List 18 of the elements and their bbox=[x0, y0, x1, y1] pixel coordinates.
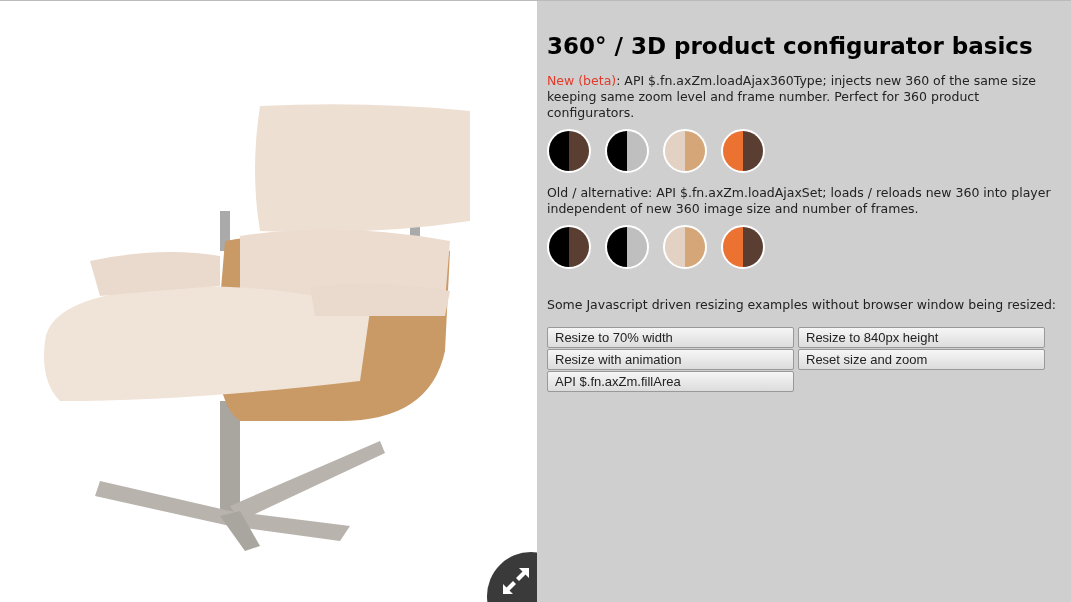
color-swatch[interactable] bbox=[547, 224, 591, 269]
color-swatch[interactable] bbox=[721, 128, 765, 173]
description-text: Old / alternative: API $.fn.axZm.loadAjaxSet; loads / reloads new 360 into player independent of new 360 image size and number of frames. bbox=[547, 184, 1052, 217]
color-swatch[interactable] bbox=[721, 224, 765, 269]
color-swatch[interactable] bbox=[605, 224, 649, 269]
color-swatch[interactable] bbox=[547, 128, 591, 173]
description-text: Some Javascript driven resizing examples without browser window being resized: bbox=[547, 296, 1058, 313]
resize-button[interactable]: Reset size and zoom bbox=[798, 348, 1045, 370]
page-title: 360° / 3D product configurator basics bbox=[547, 33, 1034, 61]
color-swatch[interactable] bbox=[663, 128, 707, 173]
resize-button[interactable]: Resize to 840px height bbox=[798, 326, 1045, 348]
color-swatch[interactable] bbox=[663, 224, 707, 269]
resize-button[interactable]: API $.fn.axZm.fillArea bbox=[547, 370, 794, 392]
description-text: New (beta): API $.fn.axZm.loadAjax360Type; injects new 360 of the same size keeping same zoom level and frame number. Perfect for 360 product configurators. bbox=[547, 72, 1037, 121]
expand-icon bbox=[501, 566, 531, 596]
resize-button[interactable]: Resize to 70% width bbox=[547, 326, 794, 348]
color-swatch[interactable] bbox=[605, 128, 649, 173]
resize-button[interactable]: Resize with animation bbox=[547, 348, 794, 370]
